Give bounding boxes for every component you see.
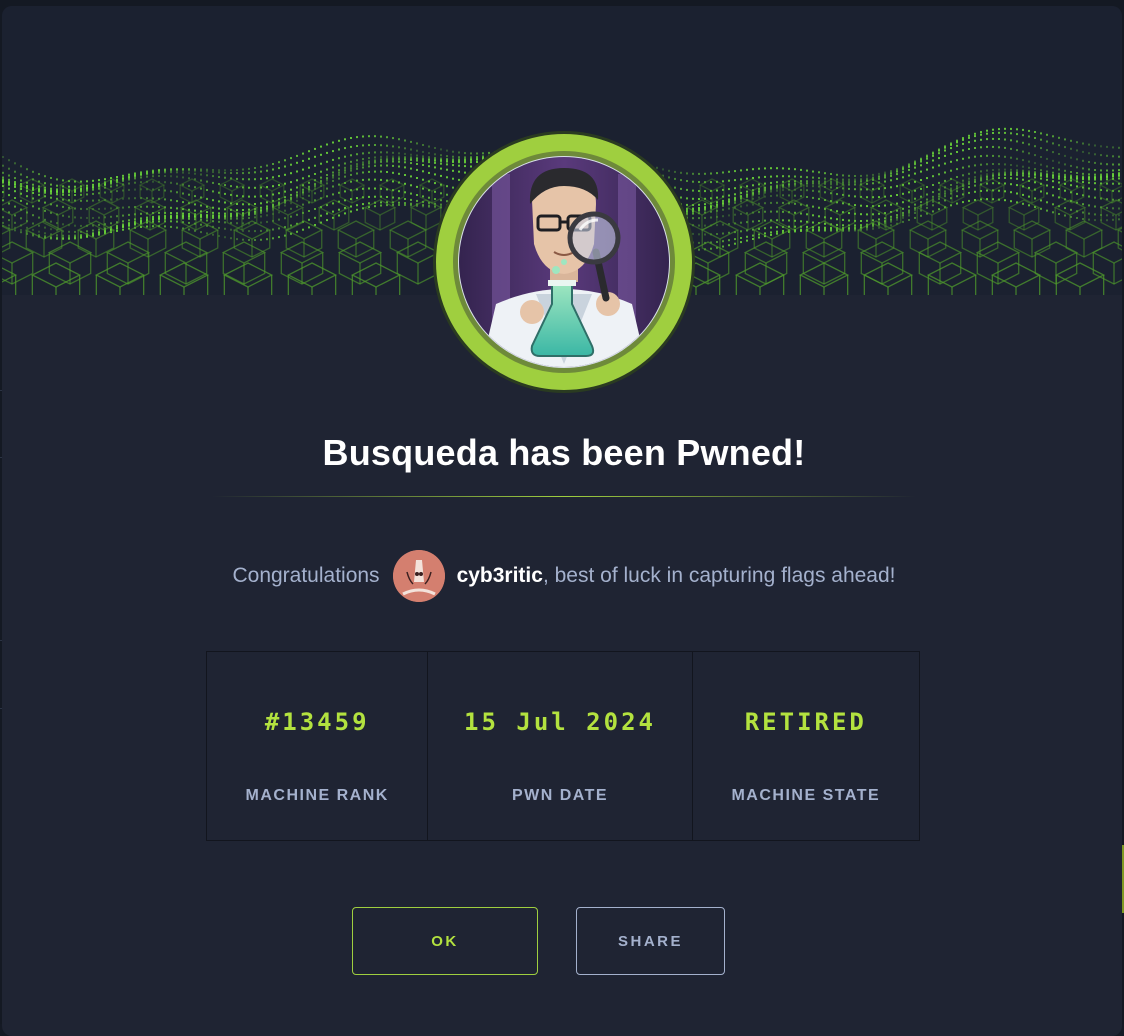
pwned-modal: Busqueda has been Pwned! Congratulations… <box>2 6 1122 1036</box>
username[interactable]: cyb3ritic <box>457 564 543 588</box>
machine-avatar <box>436 134 692 390</box>
congrats-lead-text: Congratulations <box>232 564 379 588</box>
scientist-magnifier-icon <box>436 134 692 390</box>
congratulations-row: Congratulations cyb3ritic , best of luck… <box>2 548 1122 604</box>
stat-label: MACHINE RANK <box>207 787 427 805</box>
pwned-title: Busqueda has been Pwned! <box>2 432 1122 474</box>
stats-table: #13459 MACHINE RANK 15 Jul 2024 PWN DATE… <box>206 651 920 841</box>
ok-button[interactable]: OK <box>352 907 538 975</box>
stat-value: RETIRED <box>693 708 919 736</box>
stat-pwn-date: 15 Jul 2024 PWN DATE <box>428 652 692 840</box>
stat-value: 15 Jul 2024 <box>428 708 691 736</box>
stat-machine-state: RETIRED MACHINE STATE <box>693 652 919 840</box>
user-avatar-icon <box>393 550 445 602</box>
share-button[interactable]: SHARE <box>576 907 725 975</box>
stat-machine-rank: #13459 MACHINE RANK <box>207 652 428 840</box>
stat-label: MACHINE STATE <box>693 787 919 805</box>
stat-label: PWN DATE <box>428 787 691 805</box>
title-divider <box>212 496 916 497</box>
stat-value: #13459 <box>207 708 427 736</box>
congrats-tail-text: , best of luck in capturing flags ahead! <box>543 564 896 588</box>
